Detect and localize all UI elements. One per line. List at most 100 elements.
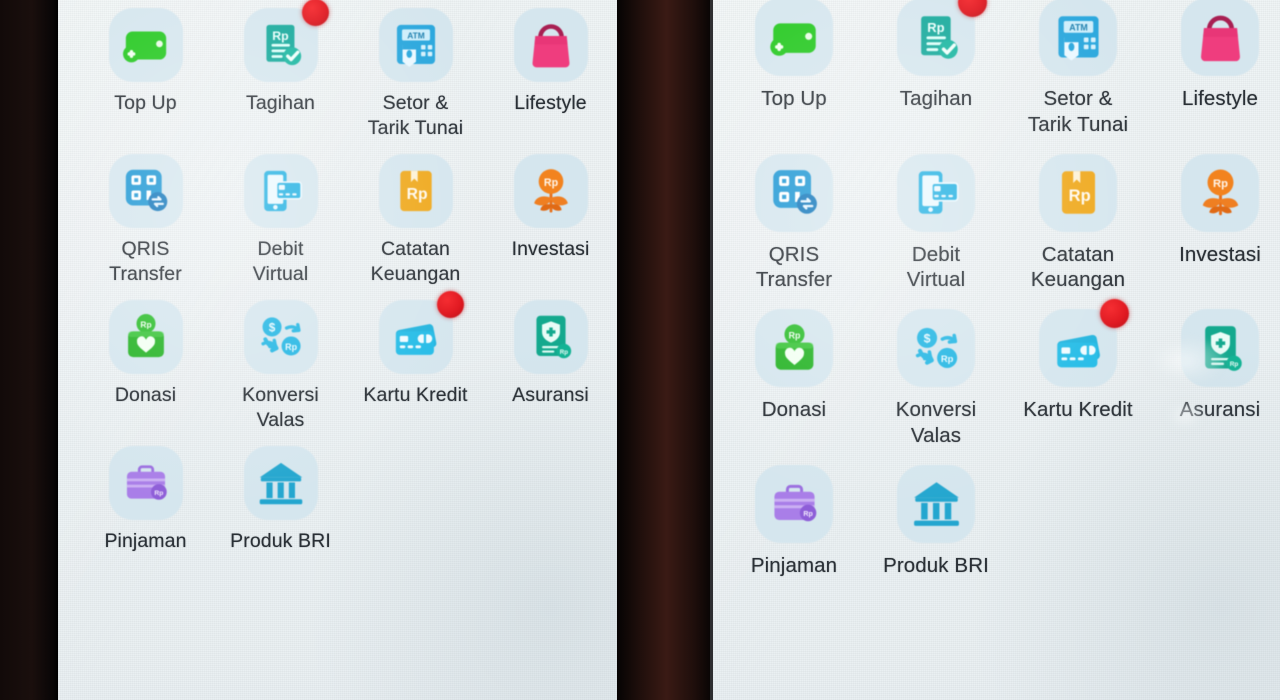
menu-item-catatan-keuangan[interactable]: Rp Catatan Keuangan xyxy=(348,146,483,286)
insurance-shield-icon[interactable]: Rp xyxy=(513,300,588,375)
menu-item-donasi[interactable]: Rp Donasi xyxy=(78,292,213,432)
menu-item-label: Top Up xyxy=(114,92,177,114)
menu-item-qris-transfer[interactable]: QRIS Transfer xyxy=(78,146,213,286)
svg-text:Rp: Rp xyxy=(788,330,800,340)
svg-text:Rp: Rp xyxy=(272,29,289,43)
ledger-book-icon[interactable]: Rp xyxy=(1039,153,1117,232)
menu-item-qris-transfer[interactable]: QRIS Transfer xyxy=(723,146,865,294)
menu-item-label: Catatan Keuangan xyxy=(1030,242,1126,292)
left-phone-screen: Top Up Rp Tagihan ATM Setor & Tarik Tunai Lif… xyxy=(58,0,620,700)
menu-item-produk-bri[interactable]: Produk BRI xyxy=(213,438,348,554)
notification-badge xyxy=(1100,299,1129,329)
atm-machine-icon[interactable]: ATM xyxy=(1039,0,1117,76)
menu-item-konversi-valas[interactable]: $ Rp Konversi Valas xyxy=(865,301,1007,449)
qris-transfer-icon[interactable] xyxy=(108,154,183,229)
menu-item-label: Lifestyle xyxy=(514,92,587,114)
bank-building-icon[interactable] xyxy=(897,464,975,543)
left-menu-grid: Top Up Rp Tagihan ATM Setor & Tarik Tunai Lif… xyxy=(78,0,617,554)
money-plant-icon[interactable]: Rp xyxy=(513,154,588,229)
menu-item-tagihan[interactable]: Rp Tagihan xyxy=(865,0,1007,138)
wallet-plus-icon[interactable] xyxy=(108,8,183,82)
briefcase-rp-icon[interactable]: Rp xyxy=(755,464,833,543)
screenshot-stage: Top Up Rp Tagihan ATM Setor & Tarik Tunai Lif… xyxy=(0,0,1280,700)
svg-text:Rp: Rp xyxy=(927,20,944,35)
menu-item-setor-tarik-tunai[interactable]: ATM Setor & Tarik Tunai xyxy=(348,0,483,140)
wallet-plus-icon[interactable] xyxy=(755,0,833,76)
left-phone: Top Up Rp Tagihan ATM Setor & Tarik Tunai Lif… xyxy=(58,0,620,700)
menu-item-label: Debit Virtual xyxy=(252,238,309,285)
menu-item-label: Investasi xyxy=(511,238,590,261)
menu-item-tile-wrap xyxy=(755,153,833,232)
insurance-shield-icon[interactable]: Rp xyxy=(1181,309,1259,388)
menu-item-tile-wrap xyxy=(1181,0,1259,76)
menu-item-kartu-kredit[interactable]: Kartu Kredit xyxy=(348,291,483,432)
menu-item-investasi[interactable]: Rp Investasi xyxy=(1149,146,1280,294)
menu-item-asuransi[interactable]: Rp Asuransi xyxy=(483,292,617,432)
svg-text:$: $ xyxy=(268,322,275,335)
menu-item-tile-wrap: ATM xyxy=(378,8,453,82)
menu-item-label: Pinjaman xyxy=(104,530,187,553)
menu-item-tile-wrap xyxy=(897,464,975,543)
menu-item-tile-wrap xyxy=(1039,299,1129,388)
menu-item-pinjaman[interactable]: Rp Pinjaman xyxy=(723,457,865,579)
menu-item-tile-wrap: Rp xyxy=(1181,309,1259,388)
menu-item-setor-tarik-tunai[interactable]: ATM Setor & Tarik Tunai xyxy=(1007,0,1149,138)
menu-item-tile-wrap xyxy=(513,8,588,82)
menu-item-lifestyle[interactable]: Lifestyle xyxy=(483,0,617,140)
menu-item-tile-wrap xyxy=(108,154,183,229)
menu-item-label: Konversi Valas xyxy=(242,384,319,431)
menu-item-label: Lifestyle xyxy=(1181,87,1259,110)
menu-item-catatan-keuangan[interactable]: Rp Catatan Keuangan xyxy=(1007,146,1149,294)
svg-text:Rp: Rp xyxy=(140,320,151,330)
donation-box-icon[interactable]: Rp xyxy=(108,300,183,375)
menu-item-label: Pinjaman xyxy=(750,553,838,577)
menu-item-label: QRIS Transfer xyxy=(109,238,182,285)
menu-item-pinjaman[interactable]: Rp Pinjaman xyxy=(78,438,213,554)
menu-item-tile-wrap: Rp xyxy=(1181,153,1259,232)
phone-card-icon[interactable] xyxy=(897,153,975,232)
menu-item-tile-wrap: Rp xyxy=(108,300,183,375)
svg-text:Rp: Rp xyxy=(285,342,297,352)
menu-item-tile-wrap: Rp xyxy=(755,309,833,388)
menu-item-konversi-valas[interactable]: $ Rp Konversi Valas xyxy=(213,292,348,432)
svg-text:Rp: Rp xyxy=(1068,187,1090,205)
menu-item-tile-wrap xyxy=(897,153,975,232)
menu-item-top-up[interactable]: Top Up xyxy=(78,0,213,140)
menu-item-label: Top Up xyxy=(761,87,827,110)
menu-item-donasi[interactable]: Rp Donasi xyxy=(723,301,865,449)
menu-item-label: Kartu Kredit xyxy=(363,384,468,407)
menu-item-tile-wrap: Rp xyxy=(513,300,588,375)
svg-text:Rp: Rp xyxy=(1229,361,1238,368)
menu-item-tile-wrap: Rp xyxy=(108,446,183,521)
qris-transfer-icon[interactable] xyxy=(755,153,833,232)
menu-item-label: Kartu Kredit xyxy=(1023,398,1133,422)
menu-item-label: Produk BRI xyxy=(883,553,989,577)
menu-item-produk-bri[interactable]: Produk BRI xyxy=(865,457,1007,579)
currency-swap-icon[interactable]: $ Rp xyxy=(897,309,975,388)
shopping-bag-icon[interactable] xyxy=(1181,0,1259,76)
menu-item-label: Debit Virtual xyxy=(906,242,966,292)
svg-text:Rp: Rp xyxy=(154,490,163,497)
menu-item-kartu-kredit[interactable]: Kartu Kredit xyxy=(1007,299,1149,449)
right-menu-grid: Top Up Rp Tagihan ATM Setor & Tarik Tunai Lif… xyxy=(723,0,1280,579)
currency-swap-icon[interactable]: $ Rp xyxy=(243,300,318,375)
briefcase-rp-icon[interactable]: Rp xyxy=(108,446,183,521)
menu-item-label: Donasi xyxy=(761,398,827,422)
ledger-book-icon[interactable]: Rp xyxy=(378,154,453,229)
donation-box-icon[interactable]: Rp xyxy=(755,309,833,388)
menu-item-tile-wrap: Rp xyxy=(513,154,588,229)
money-plant-icon[interactable]: Rp xyxy=(1181,153,1259,232)
menu-item-label: Produk BRI xyxy=(230,530,331,553)
bank-building-icon[interactable] xyxy=(243,446,318,521)
menu-item-lifestyle[interactable]: Lifestyle xyxy=(1149,0,1280,138)
atm-machine-icon[interactable]: ATM xyxy=(378,8,453,82)
menu-item-investasi[interactable]: Rp Investasi xyxy=(483,146,617,286)
shopping-bag-icon[interactable] xyxy=(513,8,588,82)
phone-card-icon[interactable] xyxy=(243,154,318,229)
menu-item-tagihan[interactable]: Rp Tagihan xyxy=(213,0,348,140)
menu-item-debit-virtual[interactable]: Debit Virtual xyxy=(865,146,1007,294)
menu-item-debit-virtual[interactable]: Debit Virtual xyxy=(213,146,348,286)
menu-item-top-up[interactable]: Top Up xyxy=(723,0,865,138)
menu-item-tile-wrap xyxy=(108,8,183,82)
menu-item-asuransi[interactable]: Rp Asuransi xyxy=(1149,301,1280,449)
